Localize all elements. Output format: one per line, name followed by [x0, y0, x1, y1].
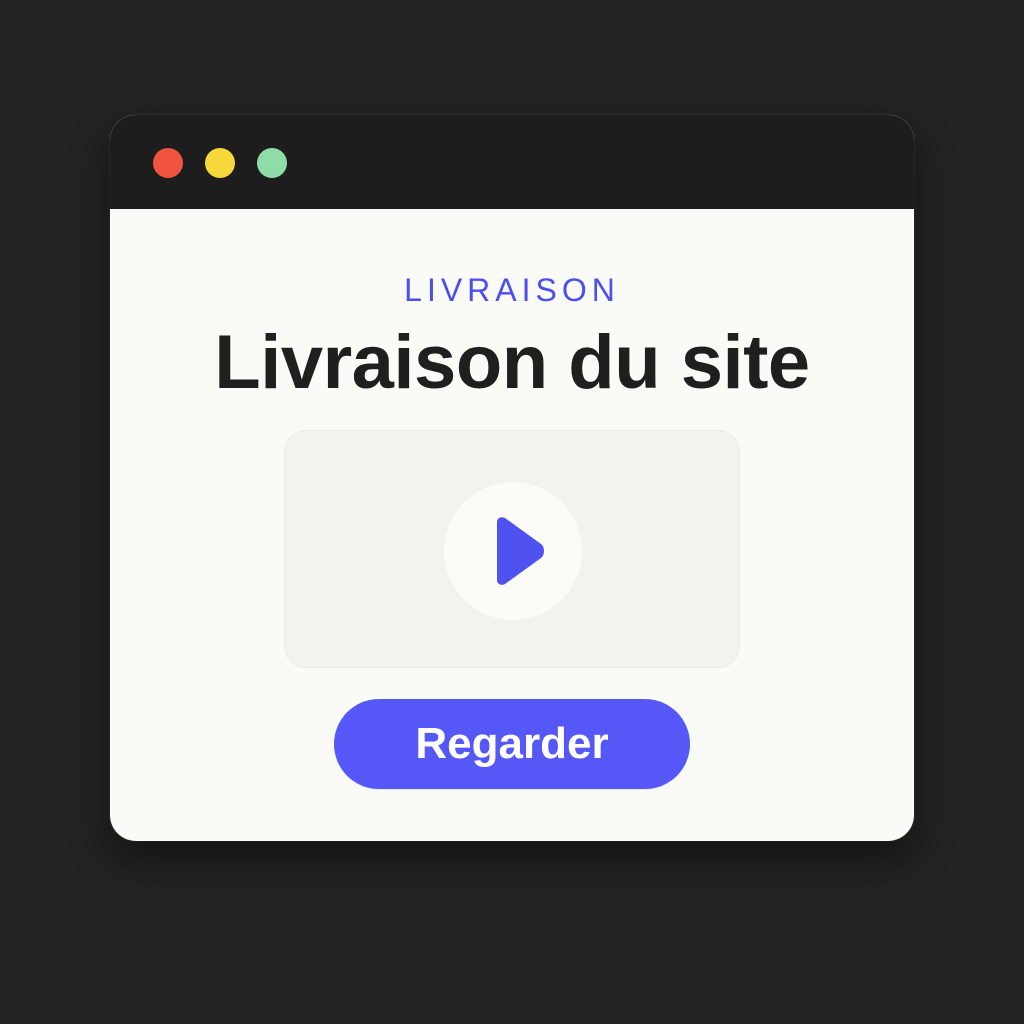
- desktop-background: LIVRAISON Livraison du site Regarder: [0, 0, 1024, 1024]
- page-content: LIVRAISON Livraison du site Regarder: [110, 209, 914, 841]
- video-player[interactable]: [284, 430, 740, 668]
- minimize-window-button[interactable]: [205, 148, 235, 178]
- maximize-window-button[interactable]: [257, 148, 287, 178]
- watch-button[interactable]: Regarder: [334, 699, 690, 789]
- window-titlebar: [110, 115, 914, 209]
- browser-window: LIVRAISON Livraison du site Regarder: [110, 115, 914, 841]
- play-icon-shape: [497, 517, 544, 585]
- section-eyebrow: LIVRAISON: [404, 272, 620, 308]
- play-icon: [497, 517, 544, 585]
- close-window-button[interactable]: [153, 148, 183, 178]
- play-button[interactable]: [444, 482, 582, 620]
- page-title: Livraison du site: [214, 320, 810, 405]
